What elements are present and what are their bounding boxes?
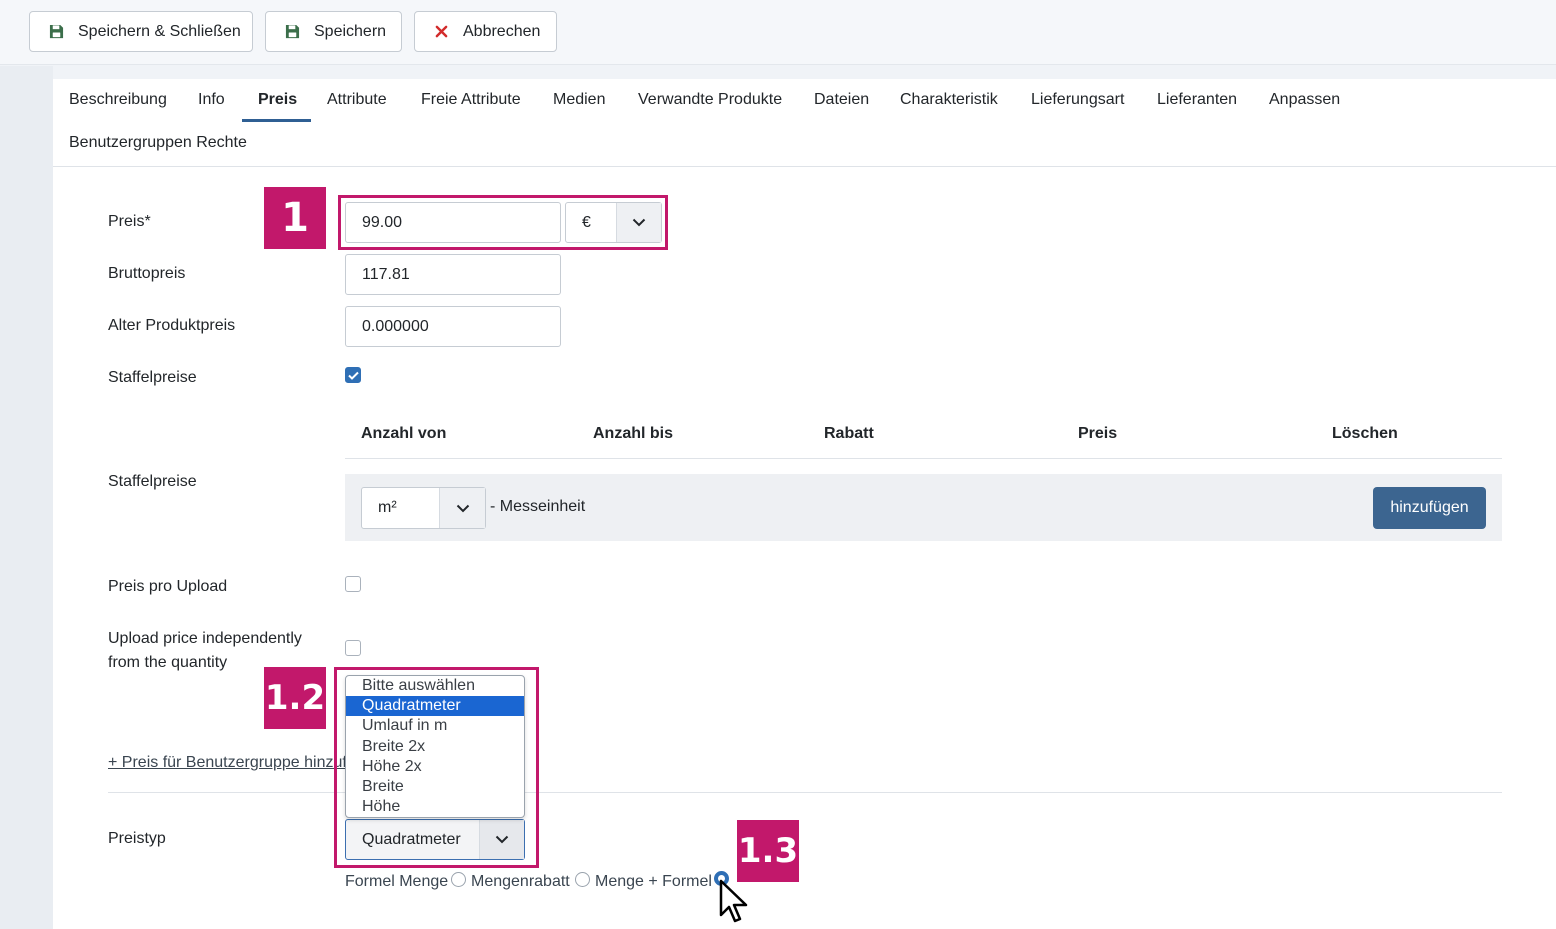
old-price-label: Alter Produktpreis [108, 317, 236, 334]
marker-1-3-label: 1.3 [737, 820, 799, 882]
price-label: Preis* [108, 213, 151, 230]
cancel-button[interactable]: Abbrechen [414, 11, 557, 52]
col-preis: Preis [1078, 425, 1118, 442]
tab-benutzergruppen-rechte[interactable]: Benutzergruppen Rechte [69, 134, 247, 152]
tier-prices-label: Staffelpreise [108, 369, 197, 386]
radio-label-menge-formel: Menge + Formel [595, 873, 712, 890]
tab-dateien[interactable]: Dateien [814, 91, 869, 109]
old-price-input[interactable]: 0.000000 [345, 306, 561, 347]
marker-1-box [338, 195, 668, 250]
per-upload-checkbox[interactable] [345, 576, 361, 592]
save-button[interactable]: Speichern [265, 11, 402, 52]
col-anzahl-von: Anzahl von [361, 425, 447, 442]
col-loeschen: Löschen [1332, 425, 1398, 442]
gross-price-label: Bruttopreis [108, 265, 186, 282]
tab-preis[interactable]: Preis [258, 91, 297, 109]
col-rabatt: Rabatt [824, 425, 874, 442]
section-divider [108, 792, 1502, 793]
unit-suffix: - Messeinheit [490, 498, 586, 515]
unit-value: m² [378, 499, 397, 516]
radio-formel-menge[interactable] [451, 872, 466, 887]
save-label: Speichern [314, 22, 387, 40]
gross-price-value: 117.81 [362, 265, 410, 283]
chevron-down-icon [439, 488, 485, 528]
old-price-value: 0.000000 [362, 317, 429, 335]
add-tier-button[interactable]: hinzufügen [1373, 487, 1486, 529]
table-divider [345, 458, 1502, 459]
marker-1-label: 1 [264, 187, 326, 249]
upload-indep-checkbox[interactable] [345, 640, 361, 656]
add-group-price-link[interactable]: + Preis für Benutzergruppe hinzufügen [108, 754, 346, 772]
tab-lieferungsart[interactable]: Lieferungsart [1031, 91, 1124, 109]
col-anzahl-bis: Anzahl bis [593, 425, 674, 442]
upload-indep-label-2: from the quantity [108, 654, 228, 671]
unit-select[interactable]: m² [361, 487, 486, 529]
tab-lieferanten[interactable]: Lieferanten [1157, 91, 1237, 109]
tab-charakteristik[interactable]: Charakteristik [900, 91, 998, 109]
marker-1-2-box [334, 667, 539, 868]
per-upload-label: Preis pro Upload [108, 578, 228, 595]
tier-prices-checkbox[interactable] [345, 367, 361, 383]
gross-price-input[interactable]: 117.81 [345, 254, 561, 295]
tab-attribute[interactable]: Attribute [327, 91, 387, 109]
upload-indep-label-1: Upload price independently [108, 630, 302, 647]
tab-anpassen[interactable]: Anpassen [1269, 91, 1340, 109]
tab-freie-attribute[interactable]: Freie Attribute [421, 91, 521, 109]
save-close-label: Speichern & Schließen [78, 22, 241, 40]
marker-1-2-label: 1.2 [264, 667, 326, 729]
floppy-disk-icon [284, 24, 300, 40]
active-tab-indicator [242, 119, 311, 122]
left-strip [0, 66, 53, 929]
radio-label-formel-menge: Formel Menge [345, 873, 449, 890]
tab-beschreibung[interactable]: Beschreibung [69, 91, 167, 109]
floppy-disk-icon [48, 24, 64, 40]
close-icon [433, 24, 449, 40]
check-icon [347, 371, 359, 380]
tier-table-label: Staffelpreise [108, 473, 197, 490]
tab-verwandte-produkte[interactable]: Verwandte Produkte [638, 91, 782, 109]
price-type-label: Preistyp [108, 830, 166, 847]
save-close-button[interactable]: Speichern & Schließen [29, 11, 253, 52]
radio-label-mengenrabatt: Mengenrabatt [471, 873, 570, 890]
cancel-label: Abbrechen [463, 22, 541, 40]
tab-info[interactable]: Info [198, 91, 225, 109]
tab-medien[interactable]: Medien [553, 91, 605, 109]
radio-mengenrabatt[interactable] [575, 872, 590, 887]
mouse-pointer-icon [719, 879, 748, 923]
toolbar: Speichern & Schließen Speichern Abbreche… [0, 0, 1556, 65]
